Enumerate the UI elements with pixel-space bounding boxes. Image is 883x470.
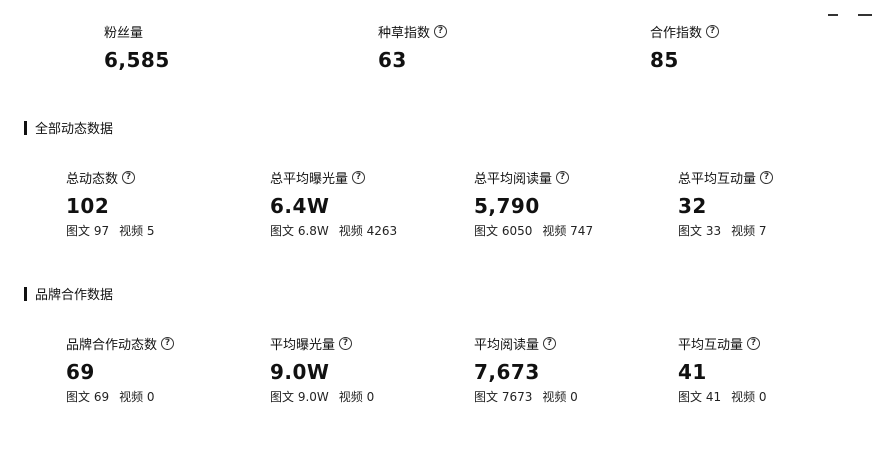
image-text-count: 图文 6.8W: [270, 224, 329, 238]
total-avg-reads-metric: 总平均阅读量 ? 5,790 图文 6050 视频 747: [474, 168, 593, 238]
avg-exposure-metric: 平均曝光量 ? 9.0W 图文 9.0W 视频 0: [270, 334, 374, 404]
metric-value: 85: [650, 48, 679, 72]
help-icon[interactable]: ?: [122, 170, 136, 184]
help-icon[interactable]: ?: [747, 336, 761, 350]
help-icon[interactable]: ?: [760, 170, 774, 184]
image-text-count: 图文 41: [678, 390, 722, 404]
video-count: 视频 0: [731, 390, 767, 404]
video-count: 视频 7: [731, 224, 767, 238]
total-posts-metric: 总动态数 ? 102 图文 97 视频 5: [66, 168, 155, 238]
metric-label-text: 平均互动量: [678, 337, 744, 353]
video-count: 视频 0: [119, 390, 155, 404]
help-icon[interactable]: ?: [543, 336, 557, 350]
video-count: 视频 4263: [338, 224, 398, 238]
metric-label: 总动态数 ?: [66, 168, 155, 187]
section-title-text: 全部动态数据: [35, 122, 114, 137]
metric-label-text: 平均阅读量: [474, 337, 540, 353]
section-bar: [24, 286, 27, 301]
metric-label-text: 品牌合作动态数: [66, 337, 158, 353]
brand-posts-metric: 品牌合作动态数 ? 69 图文 69 视频 0: [66, 334, 175, 404]
metric-label: 平均曝光量 ?: [270, 334, 374, 353]
metric-breakdown: 图文 41 视频 0: [678, 390, 767, 404]
help-icon[interactable]: ?: [706, 24, 720, 38]
metric-value: 32: [678, 194, 707, 218]
metric-value: 5,790: [474, 194, 540, 218]
help-icon[interactable]: ?: [352, 170, 366, 184]
help-icon[interactable]: ?: [556, 170, 570, 184]
image-text-count: 图文 7673: [474, 390, 533, 404]
image-text-count: 图文 6050: [474, 224, 533, 238]
avg-reads-metric: 平均阅读量 ? 7,673 图文 7673 视频 0: [474, 334, 578, 404]
metric-breakdown: 图文 7673 视频 0: [474, 390, 578, 404]
metric-value: 7,673: [474, 360, 540, 384]
section-title-brand-cooperation: 品牌合作数据: [24, 284, 113, 303]
image-text-count: 图文 69: [66, 390, 110, 404]
metric-value: 6.4W: [270, 194, 330, 218]
section-title-text: 品牌合作数据: [35, 288, 114, 303]
metric-breakdown: 图文 69 视频 0: [66, 390, 174, 404]
fans-metric: 粉丝量 6,585: [104, 22, 170, 73]
metric-breakdown: 图文 9.0W 视频 0: [270, 390, 374, 404]
metric-label: 总平均阅读量 ?: [474, 168, 593, 187]
video-count: 视频 0: [338, 390, 375, 404]
metric-breakdown: 图文 97 视频 5: [66, 224, 155, 238]
image-text-count: 图文 9.0W: [270, 390, 329, 404]
help-icon[interactable]: ?: [161, 336, 175, 350]
cooperation-index-metric: 合作指数 ? 85: [650, 22, 720, 72]
image-text-count: 图文 33: [678, 224, 722, 238]
section-bar: [24, 120, 27, 135]
video-count: 视频 5: [119, 224, 155, 238]
metric-value: 41: [678, 360, 707, 384]
total-avg-exposure-metric: 总平均曝光量 ? 6.4W 图文 6.8W 视频 4263: [270, 168, 397, 238]
total-avg-interactions-metric: 总平均互动量 ? 32 图文 33 视频 7: [678, 168, 774, 238]
grass-index-label: 种草指数: [378, 25, 431, 41]
metric-breakdown: 图文 33 视频 7: [678, 224, 773, 238]
video-count: 视频 747: [542, 224, 594, 238]
cooperation-index-label: 合作指数: [650, 25, 703, 41]
metric-value: 102: [66, 194, 110, 218]
metric-value: 6,585: [104, 48, 170, 72]
metric-value: 63: [378, 48, 407, 72]
metric-label: 粉丝量: [104, 22, 170, 41]
fans-label: 粉丝量: [104, 25, 144, 41]
metric-label-text: 总平均互动量: [678, 171, 757, 187]
metric-label: 平均阅读量 ?: [474, 334, 578, 353]
metric-label: 总平均互动量 ?: [678, 168, 774, 187]
avg-interactions-metric: 平均互动量 ? 41 图文 41 视频 0: [678, 334, 767, 404]
metric-breakdown: 图文 6.8W 视频 4263: [270, 224, 397, 238]
metric-label: 种草指数 ?: [378, 22, 448, 41]
section-title-all-posts: 全部动态数据: [24, 118, 113, 137]
metric-value: 69: [66, 360, 95, 384]
top-dash-mark: [858, 14, 872, 16]
metric-label-text: 总动态数: [66, 171, 119, 187]
metric-label: 品牌合作动态数 ?: [66, 334, 175, 353]
help-icon[interactable]: ?: [339, 336, 353, 350]
help-icon[interactable]: ?: [434, 24, 448, 38]
metric-label: 合作指数 ?: [650, 22, 720, 41]
video-count: 视频 0: [542, 390, 578, 404]
metric-value: 9.0W: [270, 360, 330, 384]
image-text-count: 图文 97: [66, 224, 110, 238]
metric-label-text: 总平均曝光量: [270, 171, 349, 187]
metric-label: 总平均曝光量 ?: [270, 168, 397, 187]
metric-label: 平均互动量 ?: [678, 334, 767, 353]
metric-label-text: 总平均阅读量: [474, 171, 553, 187]
metric-label-text: 平均曝光量: [270, 337, 336, 353]
metric-breakdown: 图文 6050 视频 747: [474, 224, 593, 238]
grass-index-metric: 种草指数 ? 63: [378, 22, 448, 72]
top-dash-mark: [828, 14, 838, 16]
